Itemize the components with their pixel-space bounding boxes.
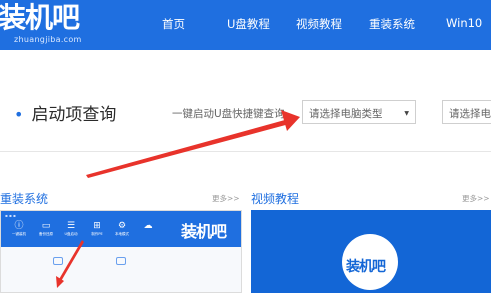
logo-text: 装机吧 <box>0 1 80 34</box>
reinstall-section-title[interactable]: 重装系统 <box>0 190 48 207</box>
cloud-icon: ☁ <box>143 221 153 231</box>
brand-select[interactable]: 请选择电 <box>442 100 491 124</box>
nav-reinstall-system[interactable]: 重装系统 <box>369 16 415 32</box>
nav-home[interactable]: 首页 <box>162 16 185 32</box>
app-tool-item: ⚙ 本地模式 <box>115 221 129 236</box>
app-tool-item: ⓘ 一键装机 <box>12 221 26 236</box>
reinstall-thumbnail[interactable]: ▪ ▪ ▪ ⓘ 一键装机 ▭ 备份还原 ☰ U盘启动 ⊞ 制作PE ⚙ 本地模式 ☁ 装机… <box>0 210 242 293</box>
app-tool-item: ☰ U盘启动 <box>64 221 78 236</box>
query-title-text: 启动项查询 <box>31 105 117 125</box>
section-divider <box>0 151 491 152</box>
site-logo[interactable]: 装机吧 zhuangjiba.com <box>0 0 125 50</box>
app-titlebar: ▪ ▪ ▪ <box>5 213 16 218</box>
top-navbar: 装机吧 zhuangjiba.com 首页 U盘教程 视频教程 重装系统 Win… <box>0 0 491 50</box>
brand-select-value: 请选择电 <box>449 108 491 120</box>
logo-domain: zhuangjiba.com <box>14 35 82 44</box>
video-logo: 装机吧 <box>346 259 386 275</box>
nav-win10[interactable]: Win10 <box>446 16 482 30</box>
video-section-title[interactable]: 视频教程 <box>251 190 299 207</box>
app-body <box>1 247 241 292</box>
video-more-link[interactable]: 更多>> <box>462 193 490 204</box>
app-tool-item: ▭ 备份还原 <box>39 221 53 236</box>
app-tool-item: ⊞ 制作PE <box>91 221 103 236</box>
computer-type-select[interactable]: 请选择电脑类型 ▼ <box>302 100 416 124</box>
disk-icon <box>116 257 126 265</box>
app-toolbar: ▪ ▪ ▪ ⓘ 一键装机 ▭ 备份还原 ☰ U盘启动 ⊞ 制作PE ⚙ 本地模式 ☁ 装机… <box>1 211 241 247</box>
computer-type-select-value: 请选择电脑类型 <box>309 108 383 120</box>
dropdown-arrow-icon: ▼ <box>404 110 409 117</box>
app-logo: 装机吧 <box>181 222 227 241</box>
query-label: 一键启动U盘快捷键查询 <box>172 108 285 120</box>
monitor-icon <box>53 257 63 265</box>
query-heading: • 启动项查询 <box>14 100 116 125</box>
nav-video-tutorial[interactable]: 视频教程 <box>296 16 342 32</box>
reinstall-more-link[interactable]: 更多>> <box>212 193 240 204</box>
boot-query-section: • 启动项查询 一键启动U盘快捷键查询 请选择电脑类型 ▼ 请选择电 <box>0 72 491 152</box>
nav-usb-tutorial[interactable]: U盘教程 <box>227 16 270 32</box>
bullet-icon: • <box>14 105 24 124</box>
